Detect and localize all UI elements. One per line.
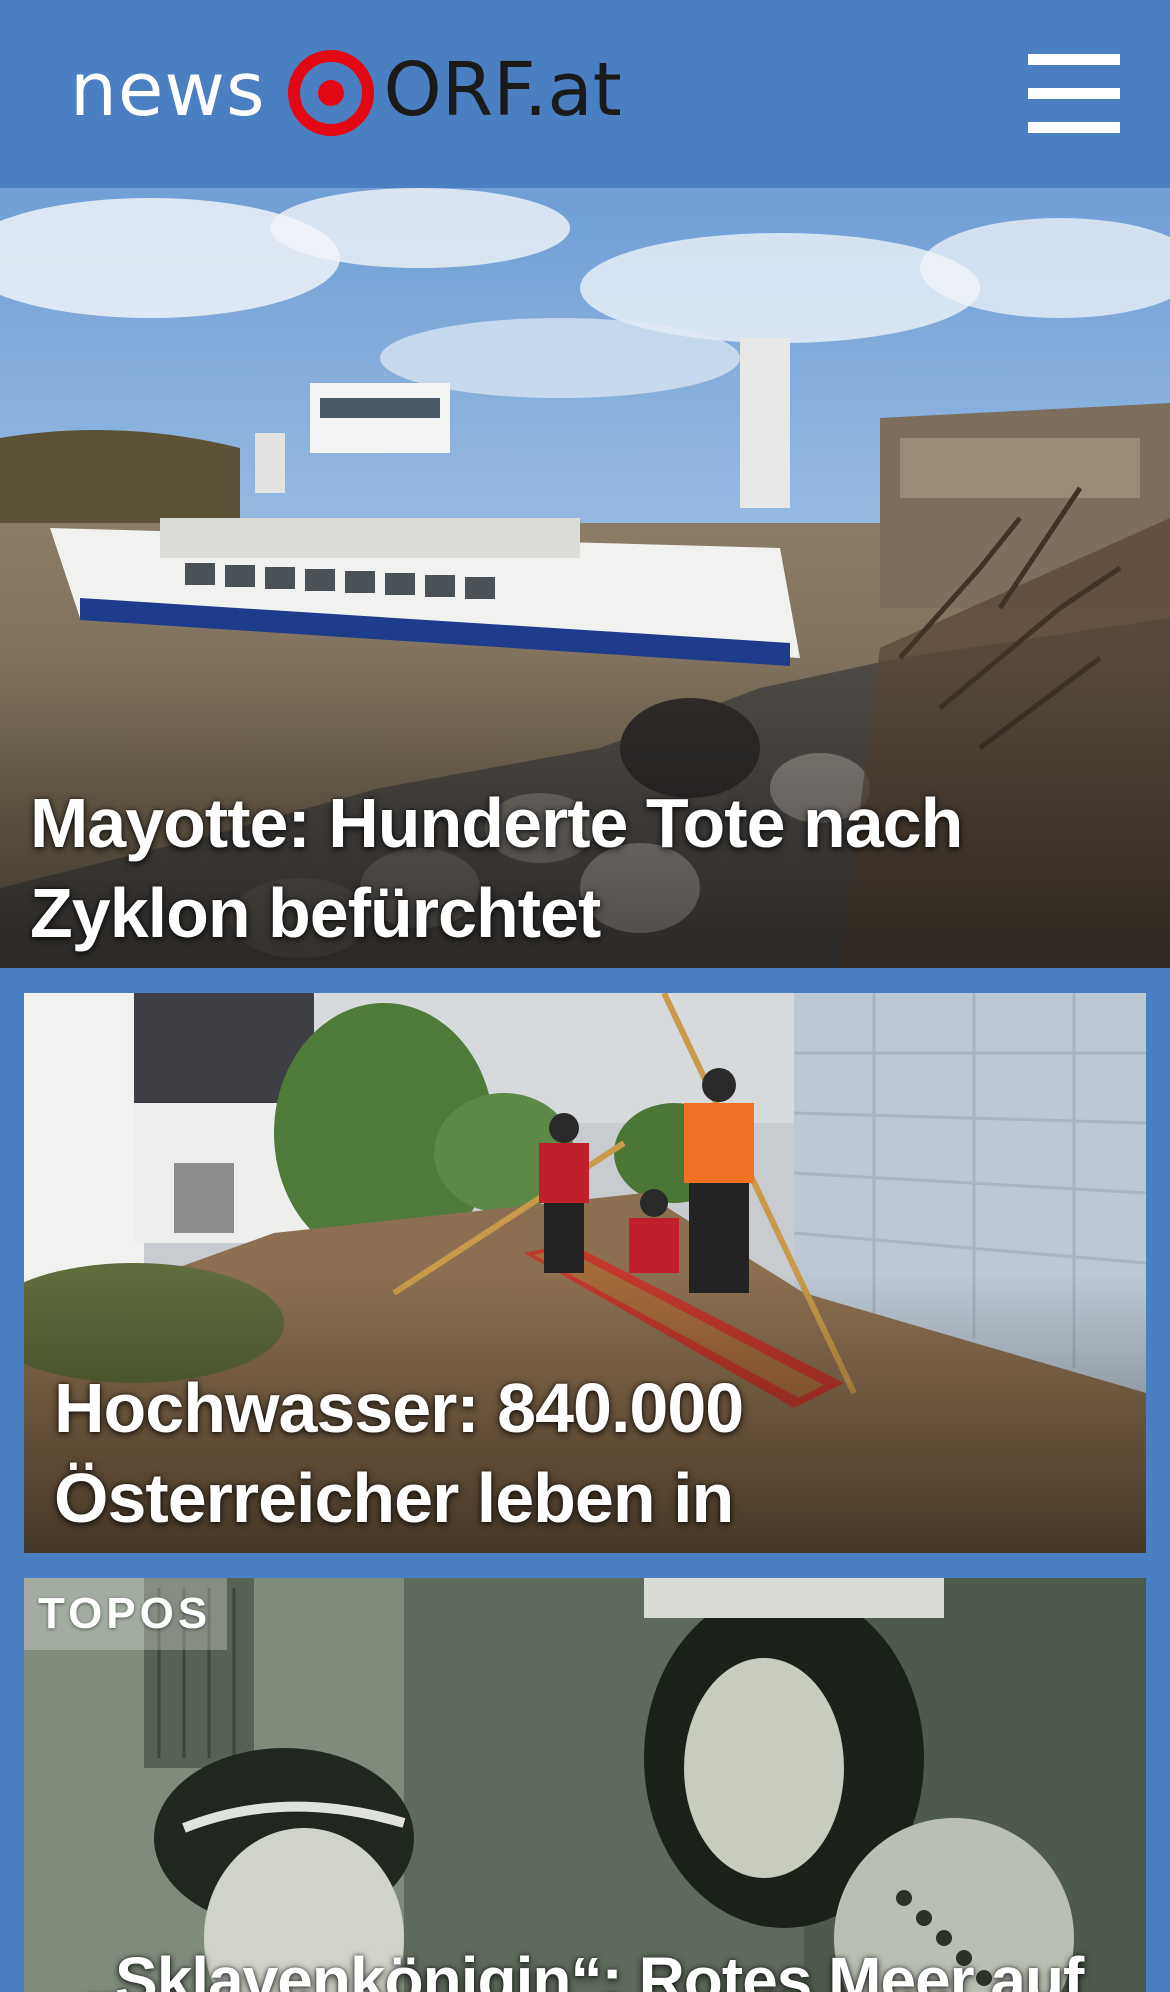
story-headline[interactable]: Mayotte: Hunderte Tote nach Zyklon befür…: [30, 778, 1150, 958]
story-card-topos[interactable]: TOPOS „Sklavenkönigin“: Rotes Meer auf: [24, 1578, 1146, 1992]
hamburger-menu-icon[interactable]: [1024, 50, 1124, 138]
story-card-hochwasser[interactable]: Hochwasser: 840.000 Österreicher leben i…: [24, 993, 1146, 1553]
section-tag-topos: TOPOS: [24, 1578, 228, 1650]
story-card-mayotte[interactable]: Mayotte: Hunderte Tote nach Zyklon befür…: [0, 188, 1170, 968]
logo-news-text: news: [70, 47, 266, 133]
site-header: news ORF.at: [0, 0, 1170, 188]
news-orf-logo[interactable]: news ORF.at: [70, 48, 622, 138]
story-headline[interactable]: „Sklavenkönigin“: Rotes Meer auf: [84, 1938, 1124, 1992]
orf-target-icon: [287, 50, 374, 136]
story-headline[interactable]: Hochwasser: 840.000 Österreicher leben i…: [54, 1363, 1124, 1553]
logo-orf-text: ORF.at: [383, 47, 622, 133]
